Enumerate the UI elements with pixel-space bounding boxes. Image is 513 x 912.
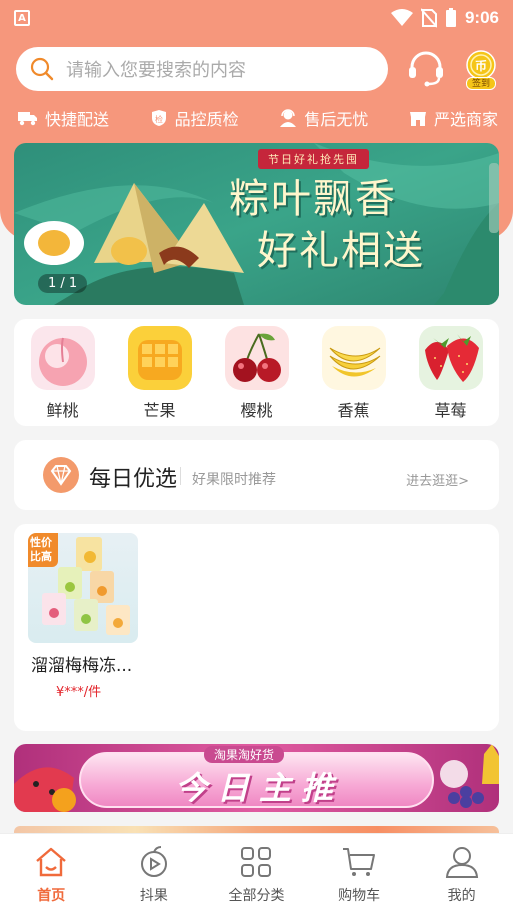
- category-label: 芒果: [143, 401, 176, 420]
- search-icon: [30, 57, 54, 81]
- nav-doufruit[interactable]: 抖果: [109, 844, 199, 912]
- status-indicators: 9:06: [390, 8, 499, 28]
- peach-icon: [30, 326, 95, 390]
- category-strawberry[interactable]: 草莓: [411, 326, 491, 426]
- truck-icon: [18, 112, 37, 126]
- product-card[interactable]: 性价比高 溜溜梅梅冻... ¥***/件: [28, 533, 140, 700]
- user-icon: [445, 847, 478, 878]
- nav-label: 购物车: [338, 888, 381, 904]
- checkin-label: 签到: [466, 77, 496, 90]
- feature-quality-check: 检 品控质检: [150, 106, 239, 130]
- today-featured-banner[interactable]: 淘果淘好货 今日主推: [14, 744, 499, 812]
- customer-service-icon[interactable]: [406, 49, 446, 89]
- feature-label: 快捷配送: [45, 110, 110, 129]
- nav-home[interactable]: 首页: [6, 844, 96, 912]
- feature-strip: 快捷配送 检 品控质检 售后无忧 严选商家: [18, 104, 498, 132]
- mango-icon: [127, 326, 192, 390]
- service-person-icon: [280, 109, 297, 127]
- nav-profile[interactable]: 我的: [417, 844, 507, 912]
- search-placeholder: 请输入您要搜索的内容: [66, 60, 246, 81]
- category-mango[interactable]: 芒果: [120, 326, 200, 426]
- search-input[interactable]: 请输入您要搜索的内容: [16, 47, 388, 91]
- fruit-play-icon: [140, 846, 167, 877]
- daily-picks-title: 每日优选: [89, 467, 178, 492]
- product-price: ¥***/件: [56, 685, 102, 700]
- category-banana[interactable]: 香蕉: [314, 326, 394, 426]
- nav-label: 我的: [447, 888, 476, 904]
- status-bar: A 9:06: [0, 0, 513, 36]
- today-title: 今日主推: [174, 769, 343, 807]
- status-time: 9:06: [464, 8, 499, 27]
- feature-after-sales: 售后无忧: [279, 106, 368, 130]
- strawberry-icon: [418, 326, 483, 390]
- banner-title-line2: 好礼相送: [257, 228, 425, 274]
- nav-label: 抖果: [139, 888, 168, 904]
- grid-icon: [241, 847, 272, 877]
- banana-icon: [321, 326, 386, 390]
- bottom-nav: 首页 抖果 全部分类 购物车 我的: [0, 833, 513, 912]
- home-icon: [36, 847, 67, 877]
- category-label: 草莓: [434, 401, 467, 420]
- product-image: 性价比高: [28, 533, 138, 643]
- daily-picks-products: 性价比高 溜溜梅梅冻... ¥***/件: [14, 524, 499, 731]
- svg-text:检: 检: [155, 114, 163, 124]
- store-icon: [409, 112, 426, 126]
- category-row: 鲜桃 芒果 樱桃 香蕉 草莓: [14, 319, 499, 426]
- today-top-label: 淘果淘好货: [204, 746, 285, 763]
- feature-label: 售后无忧: [304, 110, 369, 129]
- daily-picks-more-link[interactable]: 进去逛逛>: [406, 470, 469, 489]
- shield-check-icon: 检: [151, 110, 166, 126]
- cart-icon: [343, 848, 376, 876]
- coin-icon: 币: [466, 50, 496, 80]
- battery-icon: [445, 8, 456, 27]
- nav-categories[interactable]: 全部分类: [211, 844, 301, 912]
- promo-banner[interactable]: 节日好礼抢先囤 粽叶飘香 好礼相送 1 / 1: [14, 143, 499, 305]
- banner-title: 粽叶飘香 好礼相送: [229, 173, 425, 277]
- nav-label: 全部分类: [228, 888, 285, 904]
- feature-selected-merchants: 严选商家: [409, 106, 498, 130]
- banner-title-line1: 粽叶飘香: [229, 176, 397, 222]
- nav-label: 首页: [37, 888, 66, 904]
- no-sim-icon: [420, 8, 437, 28]
- product-name: 溜溜梅梅冻...: [31, 656, 133, 676]
- app-notification-icon: A: [14, 10, 30, 26]
- product-badge: 性价比高: [28, 533, 58, 567]
- checkin-button[interactable]: 币 签到: [463, 50, 499, 90]
- svg-text:币: 币: [475, 59, 487, 73]
- category-label: 樱桃: [240, 401, 273, 420]
- cherry-icon: [224, 326, 289, 390]
- feature-fast-delivery: 快捷配送: [18, 106, 109, 130]
- diamond-icon: [43, 457, 79, 493]
- nav-cart[interactable]: 购物车: [314, 844, 404, 912]
- banner-pager: 1 / 1: [38, 274, 88, 293]
- banner-tag: 节日好礼抢先囤: [258, 149, 369, 169]
- feature-label: 严选商家: [433, 110, 498, 129]
- category-peach[interactable]: 鲜桃: [23, 326, 103, 426]
- search-row: 请输入您要搜索的内容 币 签到: [16, 47, 500, 91]
- category-label: 香蕉: [337, 401, 370, 420]
- daily-picks-subtitle: 好果限时推荐: [192, 472, 276, 488]
- divider: [180, 467, 181, 485]
- category-label: 鲜桃: [46, 401, 79, 420]
- category-cherry[interactable]: 樱桃: [217, 326, 297, 426]
- feature-label: 品控质检: [174, 110, 239, 129]
- daily-picks-header: 每日优选 好果限时推荐 进去逛逛>: [14, 440, 499, 510]
- wifi-icon: [390, 9, 413, 26]
